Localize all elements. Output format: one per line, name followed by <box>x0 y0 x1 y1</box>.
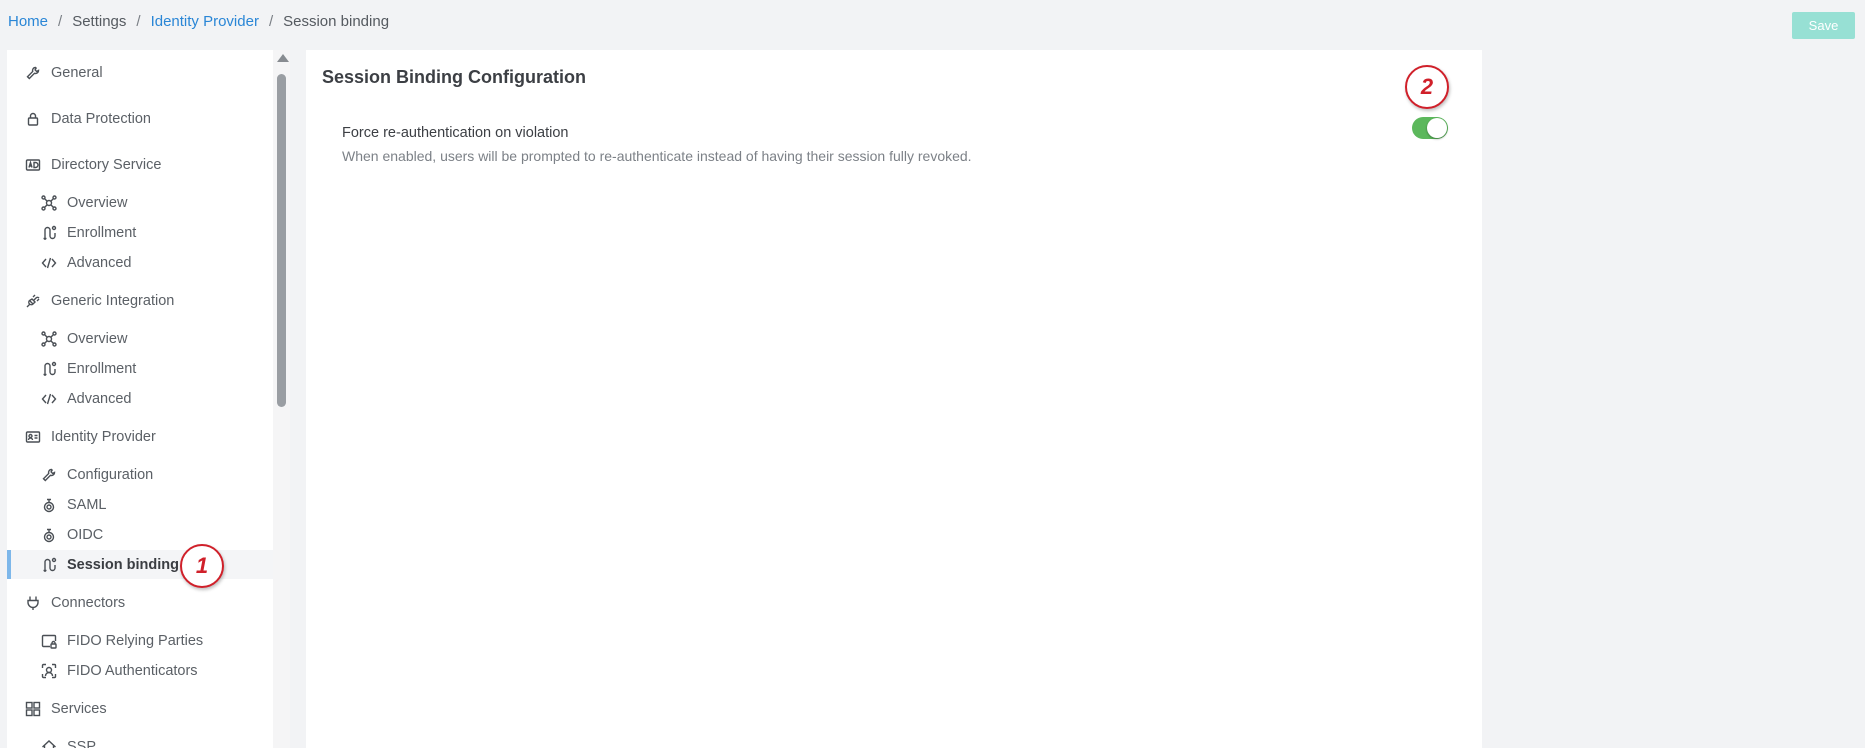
sidebar-item-generic-integration[interactable]: Generic Integration <box>7 286 273 316</box>
sidebar-item-ds-overview[interactable]: Overview <box>7 188 273 217</box>
grid-icon <box>25 701 41 717</box>
sidebar-item-data-protection[interactable]: Data Protection <box>7 104 273 134</box>
sidebar-item-gi-enrollment[interactable]: Enrollment <box>7 354 273 383</box>
flow-icon <box>41 557 57 573</box>
annotation-marker-2: 2 <box>1405 65 1449 109</box>
sidebar-item-label: OIDC <box>67 526 104 543</box>
wrench-icon <box>25 65 41 81</box>
breadcrumb-identity-provider[interactable]: Identity Provider <box>151 13 259 30</box>
sidebar-item-label: Generic Integration <box>51 293 175 309</box>
sidebar-item-label: Directory Service <box>51 157 162 173</box>
sidebar-item-label: FIDO Relying Parties <box>67 632 204 649</box>
breadcrumb-home[interactable]: Home <box>8 13 48 30</box>
sidebar-item-directory-service[interactable]: Directory Service <box>7 150 273 180</box>
sidebar-item-label: SAML <box>67 496 107 513</box>
scrollbar-thumb[interactable] <box>277 74 286 407</box>
sidebar-item-fido-authenticators[interactable]: FIDO Authenticators <box>7 656 273 685</box>
id-card-icon <box>25 429 41 445</box>
sidebar-item-label: Configuration <box>67 466 154 483</box>
main-panel: Session Binding Configuration Force re-a… <box>306 50 1482 748</box>
annotation-marker-1: 1 <box>180 544 224 588</box>
network-icon <box>41 194 57 211</box>
flow-icon <box>41 361 57 377</box>
toggle-knob <box>1427 118 1447 138</box>
breadcrumb-settings: Settings <box>72 13 127 30</box>
sidebar-item-label: Overview <box>67 194 128 211</box>
sidebar-item-identity-provider[interactable]: Identity Provider <box>7 422 273 452</box>
device-lock-icon <box>41 633 57 649</box>
sidebar-item-label: Services <box>51 701 107 717</box>
sidebar-item-label: Advanced <box>67 254 132 271</box>
sidebar-item-idp-session-binding[interactable]: Session binding <box>7 550 273 579</box>
sidebar-item-ds-advanced[interactable]: Advanced <box>7 248 273 277</box>
sidebar-item-label: FIDO Authenticators <box>67 662 198 679</box>
breadcrumb-separator: / <box>58 13 63 30</box>
breadcrumb-separator: / <box>136 13 141 30</box>
breadcrumb-current: Session binding <box>283 13 390 30</box>
fingerprint-icon <box>41 497 57 513</box>
sidebar-item-connectors[interactable]: Connectors <box>7 588 273 618</box>
sidebar-scrollbar[interactable] <box>273 50 290 748</box>
sidebar-item-label: Enrollment <box>67 360 137 377</box>
sidebar-item-label: SSP <box>67 738 97 748</box>
code-icon <box>41 391 57 407</box>
sidebar-item-label: Overview <box>67 330 128 347</box>
sidebar-item-ds-enrollment[interactable]: Enrollment <box>7 218 273 247</box>
sidebar-item-idp-saml[interactable]: SAML <box>7 490 273 519</box>
sidebar-item-gi-overview[interactable]: Overview <box>7 324 273 353</box>
setting-label: Force re-authentication on violation <box>342 125 569 141</box>
scroll-up-arrow-icon[interactable] <box>277 54 289 62</box>
lock-icon <box>25 111 41 127</box>
save-button[interactable]: Save <box>1792 12 1855 39</box>
sidebar-item-label: Identity Provider <box>51 429 156 445</box>
sidebar-item-label: Connectors <box>51 595 126 611</box>
face-scan-icon <box>41 663 57 679</box>
force-reauth-toggle[interactable] <box>1412 117 1448 139</box>
sidebar-item-label: General <box>51 65 103 81</box>
sidebar-item-services[interactable]: Services <box>7 694 273 724</box>
plug-connector-icon <box>25 595 41 611</box>
setting-description: When enabled, users will be prompted to … <box>342 148 972 164</box>
sidebar-item-idp-oidc[interactable]: OIDC <box>7 520 273 549</box>
ad-icon <box>25 157 41 173</box>
breadcrumb: Home / Settings / Identity Provider / Se… <box>8 13 389 30</box>
sidebar-item-label: Data Protection <box>51 111 151 127</box>
plug-icon <box>25 293 41 309</box>
home-icon <box>41 739 57 748</box>
page-title: Session Binding Configuration <box>322 67 586 87</box>
flow-icon <box>41 225 57 241</box>
sidebar-item-label: Enrollment <box>67 224 137 241</box>
sidebar-item-idp-configuration[interactable]: Configuration <box>7 460 273 489</box>
sidebar: General Data Protection Directory Servic… <box>7 50 290 748</box>
sidebar-item-label: Session binding <box>67 556 179 573</box>
sidebar-item-fido-relying-parties[interactable]: FIDO Relying Parties <box>7 626 273 655</box>
fingerprint-icon <box>41 527 57 543</box>
wrench-icon <box>41 467 57 483</box>
network-icon <box>41 330 57 347</box>
sidebar-item-label: Advanced <box>67 390 132 407</box>
code-icon <box>41 255 57 271</box>
sidebar-item-general[interactable]: General <box>7 58 273 88</box>
breadcrumb-separator: / <box>268 13 274 30</box>
sidebar-item-gi-advanced[interactable]: Advanced <box>7 384 273 413</box>
sidebar-item-ssp[interactable]: SSP <box>7 732 273 748</box>
